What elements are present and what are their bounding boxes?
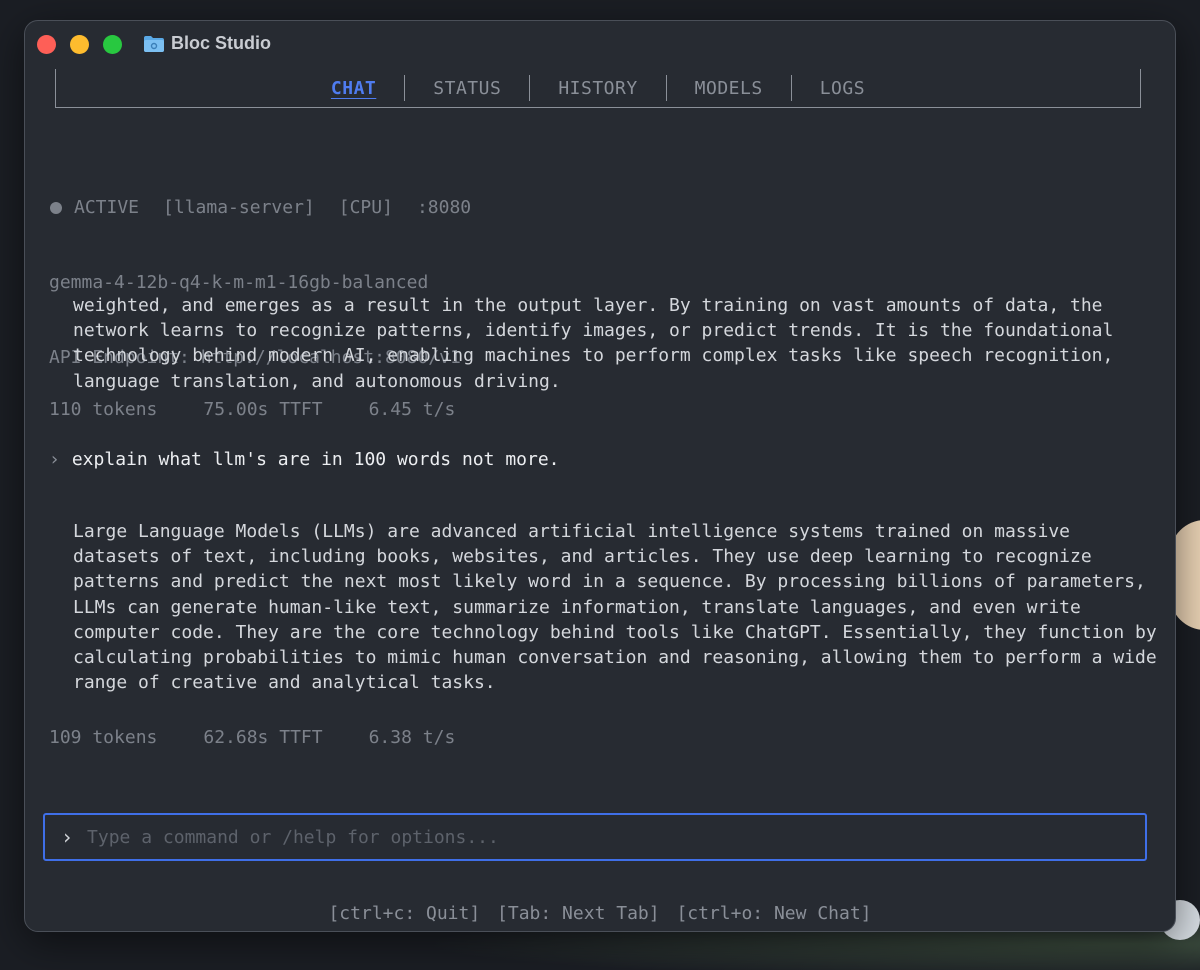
keyboard-shortcuts-bar: [ctrl+c: Quit] [Tab: Next Tab] [ctrl+o: … [25, 903, 1175, 924]
assistant-message: Large Language Models (LLMs) are advance… [73, 521, 1157, 694]
user-message-text: explain what llm's are in 100 words not … [71, 449, 560, 470]
ttft-value: 62.68s TTFT [203, 727, 323, 748]
tab-chat[interactable]: CHAT [303, 78, 404, 99]
shortcut-quit: [ctrl+c: Quit] [328, 903, 481, 924]
shortcut-new-chat: [ctrl+o: New Chat] [676, 903, 872, 924]
window-title-text: Bloc Studio [171, 33, 271, 53]
chevron-right-icon: › [49, 449, 60, 470]
folder-icon [144, 35, 164, 52]
status-backend: [llama-server] [163, 197, 315, 218]
user-message: › explain what llm's are in 100 words no… [49, 449, 560, 470]
status-port: :8080 [416, 197, 472, 218]
tab-status[interactable]: STATUS [405, 78, 529, 99]
close-window-button[interactable] [37, 35, 56, 54]
command-input-box[interactable]: › [43, 813, 1147, 861]
status-indicator-icon [50, 201, 62, 214]
window-title: Bloc Studio [143, 33, 271, 54]
shortcut-next-tab: [Tab: Next Tab] [497, 903, 660, 924]
tab-models[interactable]: MODELS [667, 78, 791, 99]
token-count: 109 tokens [49, 727, 158, 748]
model-name: gemma-4-12b-q4-k-m-m1-16gb-balanced [49, 272, 429, 293]
message-stats: 109 tokens 62.68s TTFT 6.38 t/s [49, 727, 501, 748]
app-window: Bloc Studio CHAT STATUS HISTORY MODELS L… [24, 20, 1176, 932]
tab-history[interactable]: HISTORY [530, 78, 665, 99]
command-input[interactable] [85, 825, 1145, 849]
tab-logs[interactable]: LOGS [792, 78, 893, 99]
status-device: [CPU] [338, 197, 393, 218]
maximize-window-button[interactable] [103, 35, 122, 54]
token-rate: 6.38 t/s [368, 727, 456, 748]
token-rate: 6.45 t/s [368, 399, 456, 420]
token-count: 110 tokens [49, 399, 158, 420]
server-status-line: ACTIVE [llama-server] [CPU] :8080 [49, 195, 1149, 220]
ttft-value: 75.00s TTFT [203, 399, 323, 420]
minimize-window-button[interactable] [70, 35, 89, 54]
chevron-right-icon: › [61, 825, 74, 849]
message-stats: 110 tokens 75.00s TTFT 6.45 t/s [49, 399, 501, 420]
desktop: Bloc Studio CHAT STATUS HISTORY MODELS L… [0, 0, 1200, 970]
assistant-message: weighted, and emerges as a result in the… [73, 295, 1114, 392]
title-bar[interactable]: Bloc Studio [25, 21, 1175, 67]
tab-bar: CHAT STATUS HISTORY MODELS LOGS [55, 69, 1141, 108]
status-state: ACTIVE [74, 197, 140, 218]
